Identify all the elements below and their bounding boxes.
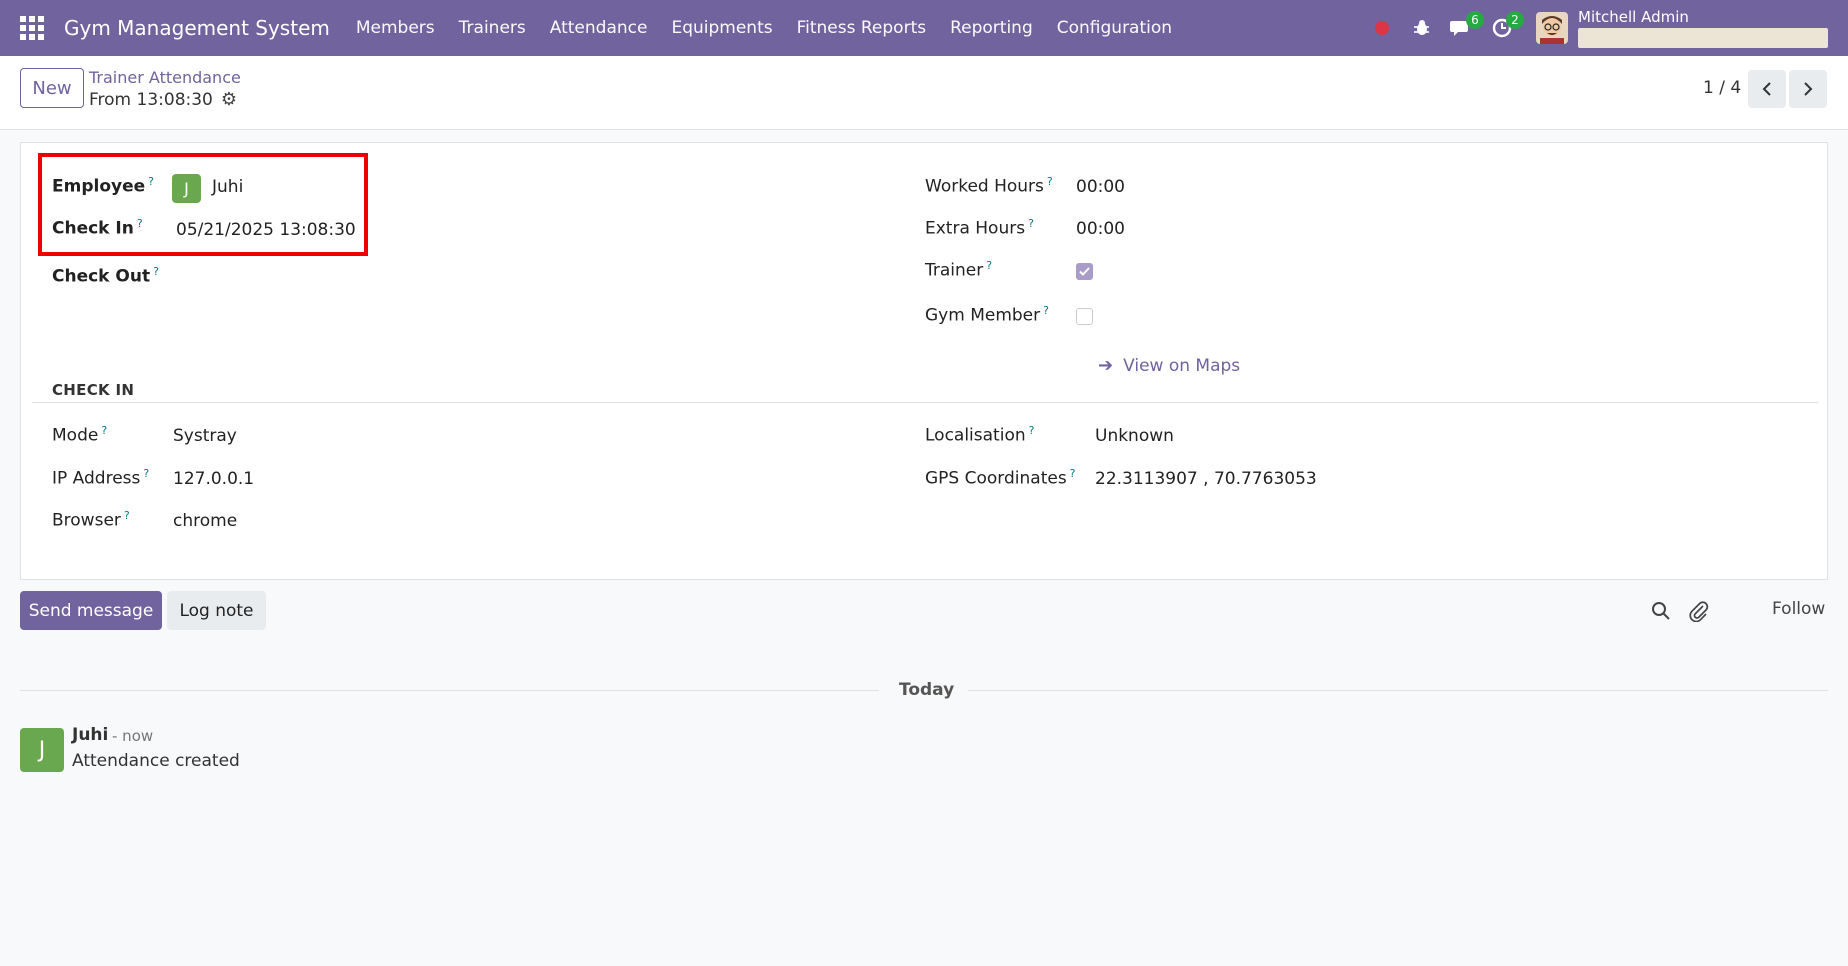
help-icon[interactable]: ? bbox=[101, 424, 107, 437]
mode-label: Mode? bbox=[52, 424, 108, 446]
user-name: Mitchell Admin bbox=[1578, 7, 1689, 26]
help-icon[interactable]: ? bbox=[153, 265, 159, 278]
worked-hours-label: Worked Hours? bbox=[925, 175, 1053, 197]
messages-icon[interactable]: 6 bbox=[1442, 0, 1484, 56]
message-time: - now bbox=[112, 727, 154, 745]
help-icon[interactable]: ? bbox=[1029, 424, 1035, 437]
menu-item-configuration[interactable]: Configuration bbox=[1045, 18, 1184, 38]
menu-item-equipments[interactable]: Equipments bbox=[659, 18, 784, 38]
worked-hours-field[interactable]: 00:00 bbox=[1076, 177, 1125, 197]
main-menu: Members Trainers Attendance Equipments F… bbox=[344, 18, 1184, 38]
log-note-button[interactable]: Log note bbox=[167, 591, 266, 630]
browser-label: Browser? bbox=[52, 509, 130, 531]
checkmark-icon bbox=[1079, 267, 1090, 276]
top-navbar: Gym Management System Members Trainers A… bbox=[0, 0, 1848, 56]
chevron-right-icon bbox=[1804, 82, 1813, 96]
record-title: From 13:08:30 ⚙ bbox=[89, 89, 237, 110]
breadcrumb-trainer-attendance[interactable]: Trainer Attendance bbox=[89, 68, 241, 87]
pager-previous-button[interactable] bbox=[1748, 70, 1786, 108]
systray: 6 2 Mitchell Admin bbox=[1362, 0, 1848, 56]
menu-item-members[interactable]: Members bbox=[344, 18, 447, 38]
search-icon[interactable] bbox=[1648, 598, 1674, 624]
menu-item-trainers[interactable]: Trainers bbox=[447, 18, 538, 38]
arrow-right-icon: ➔ bbox=[1098, 355, 1114, 376]
section-title-check-in: CHECK IN bbox=[52, 381, 135, 399]
bug-icon[interactable] bbox=[1402, 0, 1442, 56]
view-on-maps-label: View on Maps bbox=[1123, 355, 1241, 376]
help-icon[interactable]: ? bbox=[1070, 467, 1076, 480]
menu-item-fitness-reports[interactable]: Fitness Reports bbox=[785, 18, 939, 38]
localisation-label: Localisation? bbox=[925, 424, 1035, 446]
gear-icon[interactable]: ⚙ bbox=[221, 89, 237, 110]
date-divider-right bbox=[968, 690, 1828, 691]
apps-menu-icon[interactable] bbox=[0, 0, 64, 56]
ip-address-field: 127.0.0.1 bbox=[173, 469, 255, 489]
gps-coordinates-field: 22.3113907 , 70.7763053 bbox=[1095, 469, 1317, 489]
check-out-label: Check Out? bbox=[52, 265, 159, 287]
browser-field: chrome bbox=[173, 511, 238, 531]
gym-member-checkbox[interactable] bbox=[1076, 308, 1093, 325]
localisation-field: Unknown bbox=[1095, 426, 1174, 446]
new-button[interactable]: New bbox=[20, 68, 84, 108]
help-icon[interactable]: ? bbox=[1028, 217, 1034, 230]
section-divider bbox=[32, 402, 1818, 403]
help-icon[interactable]: ? bbox=[143, 467, 149, 480]
app-brand[interactable]: Gym Management System bbox=[64, 16, 330, 40]
help-icon[interactable]: ? bbox=[986, 259, 992, 272]
view-on-maps-link[interactable]: ➔ View on Maps bbox=[1098, 355, 1240, 376]
activities-clock-icon[interactable]: 2 bbox=[1482, 0, 1524, 56]
control-panel: New Trainer Attendance From 13:08:30 ⚙ 1… bbox=[0, 56, 1848, 130]
help-icon[interactable]: ? bbox=[1043, 304, 1049, 317]
extra-hours-field[interactable]: 00:00 bbox=[1076, 219, 1125, 239]
paperclip-icon[interactable] bbox=[1686, 598, 1712, 624]
send-message-button[interactable]: Send message bbox=[20, 591, 162, 630]
activities-badge: 2 bbox=[1506, 11, 1524, 29]
pager-next-button[interactable] bbox=[1789, 70, 1827, 108]
help-icon[interactable]: ? bbox=[1047, 175, 1053, 188]
message-author-avatar[interactable]: J bbox=[20, 728, 64, 772]
help-icon[interactable]: ? bbox=[124, 509, 130, 522]
menu-item-attendance[interactable]: Attendance bbox=[538, 18, 660, 38]
message-body: Attendance created bbox=[72, 751, 240, 771]
trainer-checkbox[interactable] bbox=[1076, 263, 1093, 280]
date-separator-today: Today bbox=[899, 680, 955, 700]
user-avatar[interactable] bbox=[1536, 12, 1568, 44]
ip-address-label: IP Address? bbox=[52, 467, 150, 489]
message-author[interactable]: Juhi bbox=[72, 725, 108, 745]
record-title-text: From 13:08:30 bbox=[89, 89, 213, 110]
recording-icon[interactable] bbox=[1362, 0, 1402, 56]
chevron-left-icon bbox=[1762, 82, 1771, 96]
user-menu[interactable]: Mitchell Admin bbox=[1578, 9, 1828, 48]
menu-item-reporting[interactable]: Reporting bbox=[938, 18, 1045, 38]
pager-value[interactable]: 1 / 4 bbox=[1703, 78, 1741, 98]
follow-button[interactable]: Follow bbox=[1772, 599, 1825, 619]
mode-field: Systray bbox=[173, 426, 237, 446]
extra-hours-label: Extra Hours? bbox=[925, 217, 1034, 239]
database-name-blurred bbox=[1578, 27, 1828, 48]
highlight-box bbox=[38, 153, 368, 256]
date-divider-left bbox=[20, 690, 879, 691]
trainer-label: Trainer? bbox=[925, 259, 993, 281]
gym-member-label: Gym Member? bbox=[925, 304, 1049, 326]
gps-coordinates-label: GPS Coordinates? bbox=[925, 467, 1076, 489]
